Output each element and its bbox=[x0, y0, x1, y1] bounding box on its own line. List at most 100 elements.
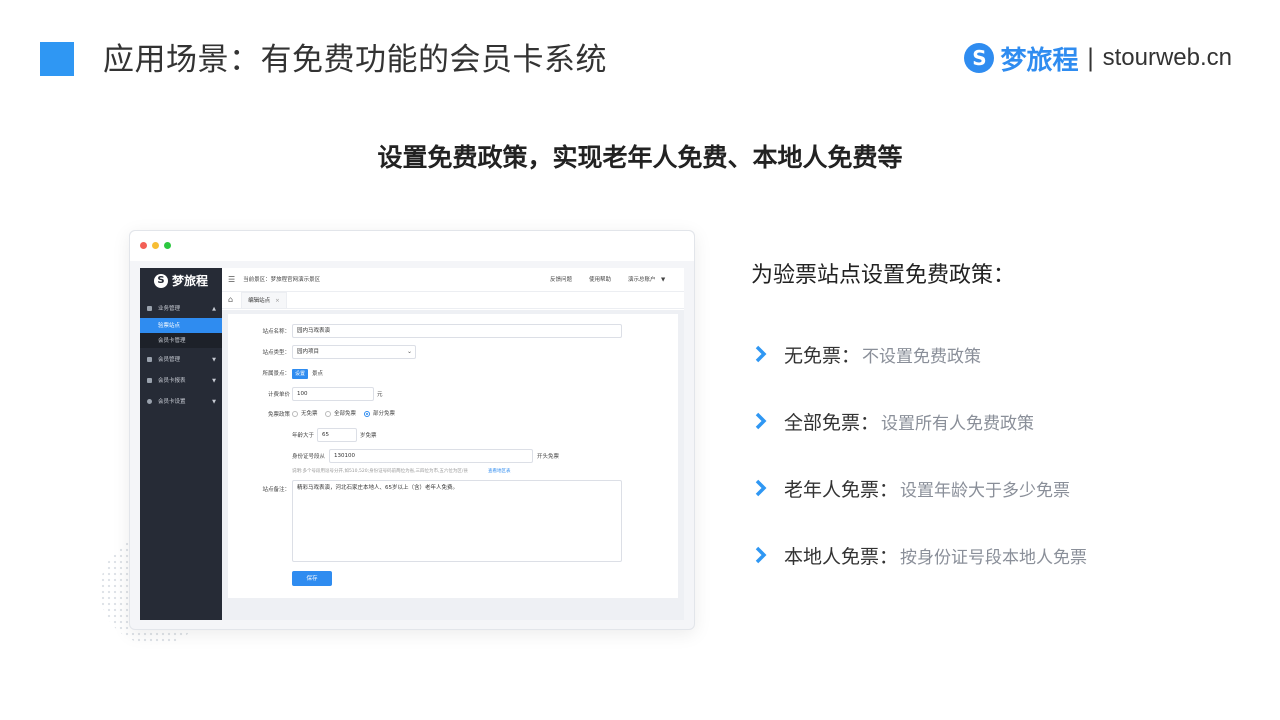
policy-description: 设置年龄大于多少免票 bbox=[900, 480, 1071, 501]
sidebar-logo: S 梦旅程 bbox=[140, 268, 222, 294]
policy-title: 老年人免票： bbox=[784, 478, 899, 501]
age-input[interactable]: 65 bbox=[317, 428, 357, 442]
sidebar-item-label: 业务管理 bbox=[158, 305, 181, 312]
chevron-down-icon: ▼ bbox=[212, 398, 216, 405]
close-icon[interactable]: × bbox=[275, 297, 280, 305]
region-table-link[interactable]: 查看地区表 bbox=[488, 468, 511, 476]
feedback-link[interactable]: 反馈问题 bbox=[550, 276, 572, 284]
chevron-down-icon: ▼ bbox=[212, 377, 216, 384]
id-prefix-label: 身份证号段从 bbox=[292, 454, 326, 460]
app-topbar: ☰ 当前景区：梦旅程官网演示景区 反馈问题 使用帮助 演示总账户 ▼ bbox=[222, 268, 684, 292]
sidebar-item-business[interactable]: 业务管理 ▲ bbox=[140, 301, 222, 316]
user-icon bbox=[147, 357, 152, 362]
age-suffix: 岁免票 bbox=[360, 433, 377, 439]
chevron-right-icon bbox=[755, 345, 767, 363]
policy-title: 全部免票： bbox=[784, 411, 880, 434]
browser-window: S 梦旅程 业务管理 ▲ 验票站点 会员卡管理 会员管理 ▼ 会员卡报表 ▼ 会… bbox=[129, 230, 695, 630]
chevron-right-icon bbox=[755, 479, 767, 497]
slide-subtitle: 设置免费政策，实现老年人免费、本地人免费等 bbox=[377, 143, 903, 172]
price-input[interactable]: 100 bbox=[292, 387, 374, 401]
radio-circle bbox=[292, 411, 298, 417]
chevron-down-icon: ▼ bbox=[212, 356, 216, 363]
sidebar: S 梦旅程 业务管理 ▲ 验票站点 会员卡管理 会员管理 ▼ 会员卡报表 ▼ 会… bbox=[140, 268, 222, 620]
radio-circle-selected bbox=[364, 411, 370, 417]
close-window-icon[interactable] bbox=[140, 242, 147, 249]
tab-label: 编辑站点 bbox=[248, 297, 271, 304]
chevron-down-icon: ⌄ bbox=[406, 348, 412, 355]
brand-logo-icon: S bbox=[964, 43, 995, 73]
chevron-right-icon bbox=[755, 412, 767, 430]
price-unit: 元 bbox=[377, 392, 383, 398]
radio-all-free[interactable]: 全部免票 bbox=[325, 410, 356, 418]
note-textarea[interactable]: 精彩马戏表演，河北石家庄本地人、65岁以上（含）老年人免费。 bbox=[292, 480, 622, 562]
scenic-label: 所属景点： bbox=[262, 371, 290, 377]
policy-title: 无免票： bbox=[784, 344, 861, 367]
gear-icon bbox=[147, 399, 152, 404]
policy-heading: 为验票站点设置免费政策： bbox=[751, 263, 1016, 288]
sidebar-item-label: 会员卡报表 bbox=[158, 377, 186, 384]
site-type-label: 站点类型： bbox=[262, 350, 290, 356]
brand-name: 梦旅程 bbox=[1000, 45, 1079, 76]
free-policy-label: 免票政策 bbox=[267, 412, 290, 418]
save-button[interactable]: 保存 bbox=[292, 571, 332, 586]
radio-circle bbox=[325, 411, 331, 417]
brand: S 梦旅程 | stourweb.cn bbox=[964, 40, 1232, 76]
sidebar-item-card-management[interactable]: 会员卡管理 bbox=[140, 333, 222, 348]
chevron-right-icon bbox=[755, 546, 767, 564]
breadcrumb: 当前景区：梦旅程官网演示景区 bbox=[243, 276, 321, 283]
policy-item-all: 全部免票： 设置所有人免费政策 bbox=[752, 406, 1034, 436]
tab-edit-site[interactable]: 编辑站点 × bbox=[241, 292, 287, 308]
business-icon bbox=[147, 306, 152, 311]
radio-partial-free[interactable]: 部分免票 bbox=[364, 410, 395, 418]
content-area: 站点名称： 园内马戏表演 站点类型： 园内项目 ⌄ 所属景点： 设置 景点 计费… bbox=[222, 310, 684, 620]
home-icon[interactable]: ⌂ bbox=[228, 296, 233, 304]
tab-bar: ⌂ 编辑站点 × bbox=[222, 292, 684, 309]
minimize-window-icon[interactable] bbox=[152, 242, 159, 249]
id-prefix-input[interactable]: 130100 bbox=[329, 449, 533, 463]
sidebar-item-card-settings[interactable]: 会员卡设置 ▼ bbox=[140, 394, 222, 409]
site-name-label: 站点名称： bbox=[262, 329, 290, 335]
policy-description: 设置所有人免费政策 bbox=[881, 413, 1035, 434]
site-type-value: 园内项目 bbox=[297, 349, 320, 355]
caret-down-icon[interactable]: ▼ bbox=[661, 276, 665, 284]
price-label: 计费单价 bbox=[267, 392, 290, 398]
radio-label: 无免票 bbox=[301, 411, 318, 417]
policy-item-local: 本地人免票： 按身份证号段本地人免票 bbox=[752, 540, 1087, 570]
menu-icon[interactable]: ☰ bbox=[228, 275, 235, 284]
note-label: 站点备注： bbox=[262, 487, 290, 493]
help-link[interactable]: 使用帮助 bbox=[589, 276, 611, 284]
id-prefix-suffix: 开头免票 bbox=[537, 454, 560, 460]
title-accent-square bbox=[40, 42, 74, 76]
policy-description: 不设置免费政策 bbox=[862, 346, 982, 367]
slide-title: 应用场景：有免费功能的会员卡系统 bbox=[103, 42, 607, 78]
edit-site-form: 站点名称： 园内马戏表演 站点类型： 园内项目 ⌄ 所属景点： 设置 景点 计费… bbox=[228, 314, 678, 598]
admin-app: S 梦旅程 业务管理 ▲ 验票站点 会员卡管理 会员管理 ▼ 会员卡报表 ▼ 会… bbox=[140, 268, 684, 620]
policy-item-none: 无免票： 不设置免费政策 bbox=[752, 339, 981, 369]
chevron-up-icon: ▲ bbox=[212, 305, 216, 312]
radio-label: 部分免票 bbox=[373, 411, 396, 417]
sidebar-item-label: 会员卡设置 bbox=[158, 398, 186, 405]
policy-description: 按身份证号段本地人免票 bbox=[900, 547, 1088, 568]
sidebar-item-card-reports[interactable]: 会员卡报表 ▼ bbox=[140, 373, 222, 388]
sidebar-item-label: 会员管理 bbox=[158, 356, 181, 363]
sidebar-item-ticket-sites[interactable]: 验票站点 bbox=[140, 318, 222, 333]
policy-item-elderly: 老年人免票： 设置年龄大于多少免票 bbox=[752, 473, 1070, 503]
brand-separator: | bbox=[1086, 44, 1095, 72]
browser-titlebar bbox=[130, 231, 694, 261]
sidebar-logo-text: 梦旅程 bbox=[171, 274, 208, 288]
sidebar-item-members[interactable]: 会员管理 ▼ bbox=[140, 352, 222, 367]
site-name-input[interactable]: 园内马戏表演 bbox=[292, 324, 622, 338]
policy-title: 本地人免票： bbox=[784, 545, 899, 568]
id-hint-text: 说明:多个号段用逗号分开,如510,520;身份证号码前两位为省,三四位为市,五… bbox=[292, 469, 468, 474]
account-menu[interactable]: 演示总账户 bbox=[628, 276, 656, 284]
radio-no-free[interactable]: 无免票 bbox=[292, 410, 318, 418]
report-icon bbox=[147, 378, 152, 383]
age-label: 年龄大于 bbox=[292, 433, 315, 439]
site-type-select[interactable]: 园内项目 ⌄ bbox=[292, 345, 416, 359]
logo-icon: S bbox=[153, 274, 168, 288]
maximize-window-icon[interactable] bbox=[164, 242, 171, 249]
scenic-setting-button[interactable]: 设置 bbox=[292, 369, 309, 379]
scenic-option[interactable]: 景点 bbox=[312, 370, 323, 378]
radio-label: 全部免票 bbox=[334, 411, 357, 417]
brand-domain: stourweb.cn bbox=[1102, 44, 1232, 71]
